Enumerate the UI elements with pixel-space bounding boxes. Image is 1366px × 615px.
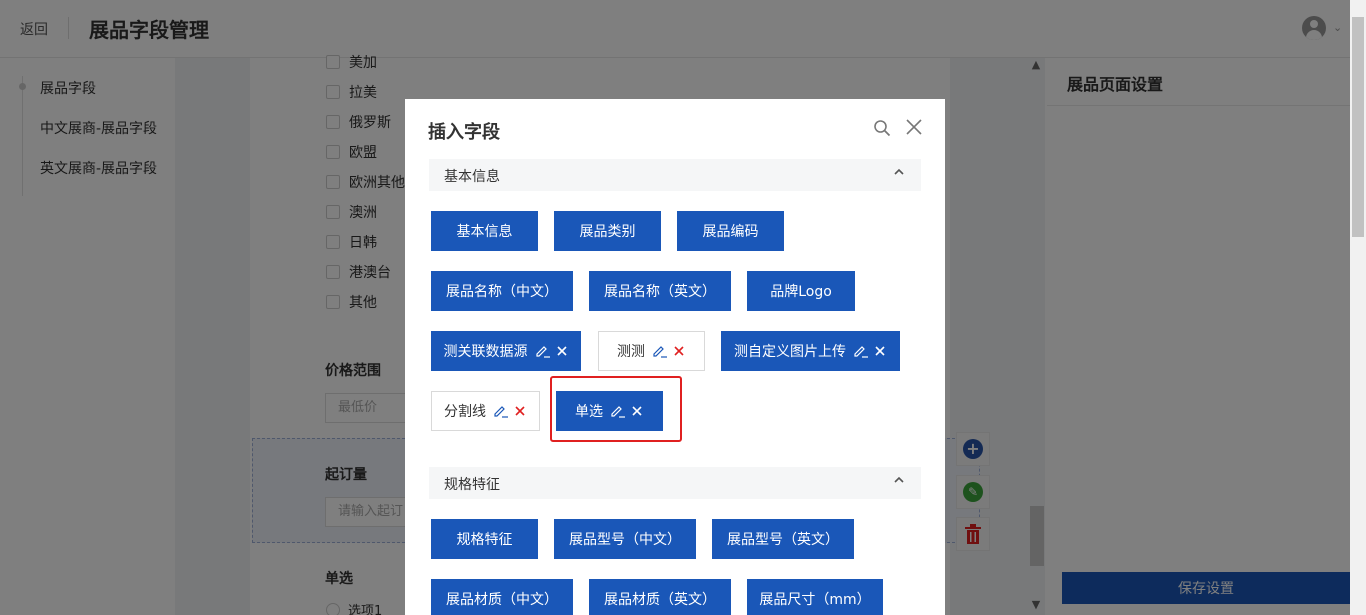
highlight-annotation-box xyxy=(550,376,682,442)
custom-field-chip[interactable]: 测关联数据源 xyxy=(431,331,581,371)
delete-icon[interactable] xyxy=(555,344,569,358)
field-chip[interactable]: 规格特征 xyxy=(431,519,538,559)
field-chip[interactable]: 展品类别 xyxy=(554,211,661,251)
field-chip[interactable]: 展品型号（中文） xyxy=(554,519,696,559)
group-title: 规格特征 xyxy=(444,477,500,493)
page-scroll-thumb[interactable] xyxy=(1352,17,1364,237)
group-header-basic-info[interactable]: 基本信息 xyxy=(429,159,921,191)
edit-icon[interactable] xyxy=(853,344,869,358)
custom-field-chip[interactable]: 测自定义图片上传 xyxy=(721,331,900,371)
delete-icon[interactable] xyxy=(873,344,887,358)
dialog-title: 插入字段 xyxy=(428,122,500,143)
insert-field-dialog: 插入字段 基本信息 基本信息 展品类别 展品编码 展品名称（中文） 展品名称（英… xyxy=(405,99,945,615)
search-icon[interactable] xyxy=(873,119,891,137)
group-title: 基本信息 xyxy=(444,169,500,185)
close-icon[interactable] xyxy=(905,118,923,136)
custom-field-chip[interactable]: 测测 xyxy=(598,331,705,371)
edit-icon[interactable] xyxy=(535,344,551,358)
group-header-specs[interactable]: 规格特征 xyxy=(429,467,921,499)
field-chip[interactable]: 展品材质（中文） xyxy=(431,579,573,615)
chevron-up-icon[interactable] xyxy=(892,165,906,179)
chevron-up-icon[interactable] xyxy=(892,473,906,487)
delete-icon[interactable] xyxy=(672,344,686,358)
field-chip[interactable]: 展品尺寸（mm） xyxy=(747,579,883,615)
page-scrollbar[interactable] xyxy=(1350,0,1366,615)
field-chip[interactable]: 展品编码 xyxy=(677,211,784,251)
field-chip[interactable]: 展品名称（英文） xyxy=(589,271,731,311)
field-chip[interactable]: 基本信息 xyxy=(431,211,538,251)
edit-icon[interactable] xyxy=(652,344,668,358)
delete-icon[interactable] xyxy=(513,404,527,418)
custom-field-chip[interactable]: 分割线 xyxy=(431,391,540,431)
field-chip[interactable]: 品牌Logo xyxy=(747,271,855,311)
field-chip[interactable]: 展品名称（中文） xyxy=(431,271,573,311)
field-chip[interactable]: 展品型号（英文） xyxy=(712,519,854,559)
field-chip[interactable]: 展品材质（英文） xyxy=(589,579,731,615)
edit-icon[interactable] xyxy=(493,404,509,418)
